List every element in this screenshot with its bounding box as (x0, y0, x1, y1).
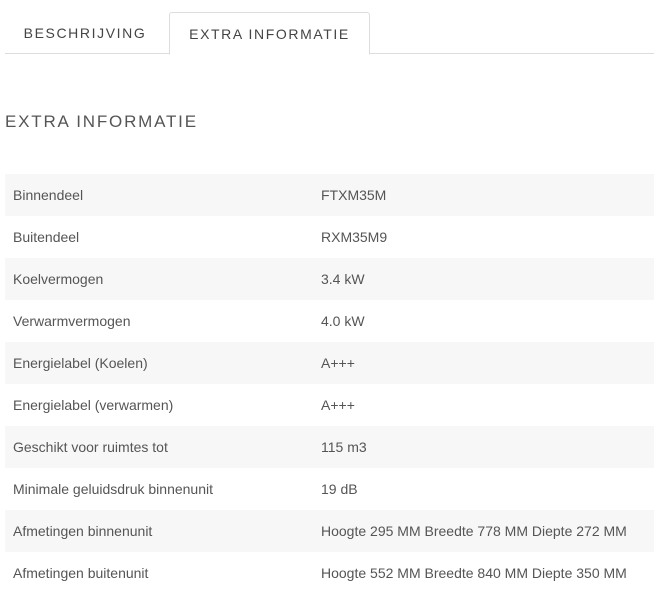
attribute-value: A+++ (321, 397, 355, 413)
tab-beschrijving[interactable]: BESCHRIJVING (5, 12, 165, 54)
attribute-label: Buitendeel (13, 229, 80, 245)
table-row: Buitendeel RXM35M9 (5, 216, 654, 258)
attribute-label: Binnendeel (13, 187, 84, 203)
attribute-value: Hoogte 295 MM Breedte 778 MM Diepte 272 … (321, 523, 627, 539)
attribute-label: Minimale geluidsdruk binnenunit (13, 481, 214, 497)
attribute-value: 4.0 kW (321, 313, 365, 329)
attribute-value: 115 m3 (321, 439, 367, 455)
table-row: Binnendeel FTXM35M (5, 174, 654, 216)
attribute-value: FTXM35M (321, 187, 387, 203)
table-row: Verwarmvermogen 4.0 kW (5, 300, 654, 342)
table-row: Minimale geluidsdruk binnenunit 19 dB (5, 468, 654, 510)
attribute-label: Verwarmvermogen (13, 313, 131, 329)
attribute-value: Hoogte 552 MM Breedte 840 MM Diepte 350 … (321, 565, 627, 581)
attribute-label: Energielabel (verwarmen) (13, 397, 174, 413)
attributes-table: Binnendeel FTXM35M Buitendeel RXM35M9 Ko… (5, 174, 654, 594)
attribute-label: Geschikt voor ruimtes tot (13, 439, 168, 455)
section-title: EXTRA INFORMATIE (5, 112, 198, 131)
attribute-value: RXM35M9 (321, 229, 388, 245)
attribute-label: Afmetingen buitenunit (13, 565, 149, 581)
table-row: Afmetingen buitenunit Hoogte 552 MM Bree… (5, 552, 654, 594)
attribute-value: 19 dB (321, 481, 358, 497)
attribute-value: A+++ (321, 355, 355, 371)
product-tabs: BESCHRIJVING EXTRA INFORMATIE (5, 12, 654, 55)
attribute-value: 3.4 kW (321, 271, 365, 287)
table-row: Energielabel (Koelen) A+++ (5, 342, 654, 384)
table-row: Afmetingen binnenunit Hoogte 295 MM Bree… (5, 510, 654, 552)
table-row: Koelvermogen 3.4 kW (5, 258, 654, 300)
table-row: Geschikt voor ruimtes tot 115 m3 (5, 426, 654, 468)
attribute-label: Koelvermogen (13, 271, 104, 287)
table-row: Energielabel (verwarmen) A+++ (5, 384, 654, 426)
tab-extra-informatie[interactable]: EXTRA INFORMATIE (169, 12, 370, 55)
attribute-label: Afmetingen binnenunit (13, 523, 153, 539)
attribute-label: Energielabel (Koelen) (13, 355, 148, 371)
